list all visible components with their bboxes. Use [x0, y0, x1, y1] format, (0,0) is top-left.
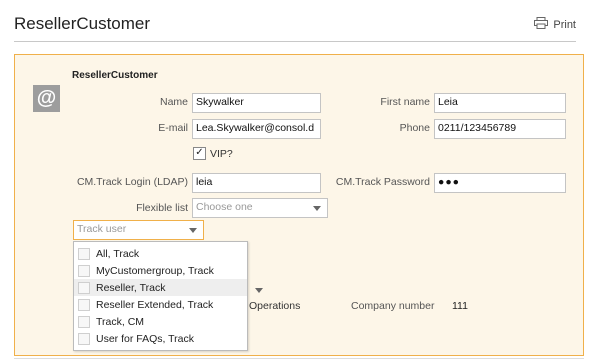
- print-label: Print: [553, 18, 576, 31]
- track-user-option[interactable]: User for FAQs, Track: [74, 330, 247, 347]
- chevron-down-icon: [189, 228, 197, 233]
- track-user-option[interactable]: Track, CM: [74, 313, 247, 330]
- phone-label: Phone: [399, 122, 430, 134]
- first-name-label: First name: [380, 96, 430, 108]
- chevron-down-icon[interactable]: [255, 288, 263, 293]
- login-input[interactable]: leia: [192, 173, 321, 193]
- option-label: Reseller Extended, Track: [96, 298, 214, 311]
- track-user-select[interactable]: Track user: [73, 220, 204, 240]
- customer-card: @ ResellerCustomer Name Skywalker First …: [14, 54, 584, 356]
- option-checkbox[interactable]: [78, 298, 90, 311]
- track-user-option[interactable]: All, Track: [74, 245, 247, 262]
- name-input[interactable]: Skywalker: [192, 93, 321, 113]
- option-checkbox[interactable]: [78, 247, 90, 260]
- company-number-value: 111: [452, 300, 468, 312]
- option-label: Track, CM: [96, 315, 145, 328]
- vip-label: VIP?: [210, 147, 233, 160]
- phone-input[interactable]: 0211/123456789: [434, 119, 566, 139]
- track-user-option[interactable]: Reseller Extended, Track: [74, 296, 247, 313]
- print-button[interactable]: Print: [534, 17, 576, 32]
- option-label: User for FAQs, Track: [96, 332, 195, 345]
- company-number-label: Company number: [351, 300, 435, 312]
- vip-check-box[interactable]: ✓: [193, 147, 206, 160]
- flexible-list-placeholder: Choose one: [196, 201, 253, 213]
- email-input[interactable]: Lea.Skywalker@consol.d: [192, 119, 321, 139]
- operations-text: Operations: [249, 300, 301, 312]
- first-name-input[interactable]: Leia: [434, 93, 566, 113]
- password-input[interactable]: ●●●: [434, 173, 566, 193]
- option-label: All, Track: [96, 247, 140, 260]
- password-label: CM.Track Password: [335, 176, 430, 188]
- track-user-option[interactable]: MyCustomergroup, Track: [74, 262, 247, 279]
- chevron-down-icon: [313, 206, 321, 211]
- flexible-list-label: Flexible list: [136, 202, 188, 214]
- page-title: ResellerCustomer: [14, 14, 151, 33]
- bottom-divider: [14, 358, 584, 359]
- option-checkbox[interactable]: [78, 281, 90, 294]
- track-user-placeholder: Track user: [77, 223, 127, 235]
- option-checkbox[interactable]: [78, 315, 90, 328]
- login-label: CM.Track Login (LDAP): [76, 176, 188, 188]
- option-checkbox[interactable]: [78, 332, 90, 345]
- card-heading: ResellerCustomer: [72, 70, 158, 81]
- track-user-option[interactable]: Reseller, Track: [74, 279, 247, 296]
- name-label: Name: [159, 96, 188, 108]
- flexible-list-select[interactable]: Choose one: [192, 198, 328, 218]
- at-sign-icon: @: [33, 85, 60, 112]
- title-divider: [14, 41, 576, 42]
- track-user-dropdown: All, Track MyCustomergroup, Track Resell…: [73, 241, 248, 351]
- option-label: MyCustomergroup, Track: [96, 264, 214, 277]
- option-checkbox[interactable]: [78, 264, 90, 277]
- vip-checkbox[interactable]: ✓ VIP?: [193, 147, 233, 160]
- option-label: Reseller, Track: [96, 281, 166, 294]
- printer-icon: [534, 17, 549, 32]
- email-label: E-mail: [158, 122, 188, 134]
